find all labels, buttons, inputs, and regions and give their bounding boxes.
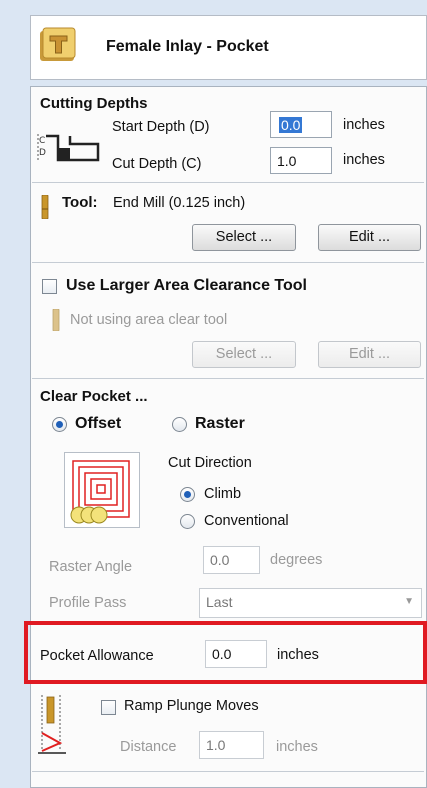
chevron-down-icon: ▼ <box>404 596 414 607</box>
tool-label: Tool: <box>62 194 98 211</box>
area-clearance-checkbox[interactable] <box>42 279 57 294</box>
profile-pass-value: Last <box>206 594 233 610</box>
start-depth-value: 0.0 <box>279 117 303 133</box>
start-depth-label: Start Depth (D) <box>112 119 210 135</box>
offset-pattern-icon <box>64 452 140 528</box>
area-clear-status: Not using area clear tool <box>70 312 228 328</box>
cutting-depths-title: Cutting Depths <box>40 95 148 112</box>
conventional-label: Conventional <box>204 513 289 529</box>
climb-label: Climb <box>204 486 242 502</box>
offset-label: Offset <box>75 415 122 432</box>
cut-direction-label: Cut Direction <box>168 455 252 471</box>
depth-diagram-icon: C D <box>36 130 102 166</box>
tool-name: End Mill (0.125 inch) <box>113 195 246 211</box>
toolpath-icon <box>39 26 77 64</box>
profile-pass-select[interactable]: Last ▼ <box>199 588 422 618</box>
cut-depth-units: inches <box>343 152 385 168</box>
area-clearance-title: Use Larger Area Clearance Tool <box>66 277 307 294</box>
cut-depth-input[interactable]: 1.0 <box>270 147 332 174</box>
raster-angle-units: degrees <box>270 552 323 568</box>
ramp-distance-units: inches <box>276 739 318 755</box>
ramp-diagram-icon <box>36 693 70 759</box>
climb-radio[interactable] <box>180 487 195 502</box>
page-title: Female Inlay - Pocket <box>106 38 269 55</box>
svg-text:D: D <box>39 148 46 158</box>
start-depth-units: inches <box>343 117 385 133</box>
start-depth-input[interactable]: 0.0 <box>270 111 332 138</box>
cut-depth-label: Cut Depth (C) <box>112 156 202 172</box>
raster-angle-input[interactable]: 0.0 <box>203 546 260 574</box>
raster-angle-label: Raster Angle <box>49 559 133 575</box>
ramp-label: Ramp Plunge Moves <box>124 698 259 714</box>
ramp-distance-label: Distance <box>120 739 177 755</box>
ramp-checkbox[interactable] <box>101 700 116 715</box>
end-mill-icon <box>41 194 49 220</box>
divider <box>32 182 424 183</box>
raster-label: Raster <box>195 415 245 432</box>
area-clear-edit-button[interactable]: Edit ... <box>318 341 421 368</box>
toolpath-header: Female Inlay - Pocket <box>30 15 427 80</box>
highlight-box <box>24 621 427 684</box>
conventional-radio[interactable] <box>180 514 195 529</box>
area-clear-select-button[interactable]: Select ... <box>192 341 296 368</box>
offset-radio[interactable] <box>52 417 67 432</box>
tool-select-button[interactable]: Select ... <box>192 224 296 251</box>
profile-pass-label: Profile Pass <box>49 595 127 611</box>
divider <box>32 262 424 263</box>
clear-pocket-title: Clear Pocket ... <box>40 388 148 405</box>
divider <box>32 378 424 379</box>
tool-edit-button[interactable]: Edit ... <box>318 224 421 251</box>
svg-text:C: C <box>39 136 45 146</box>
ramp-distance-input[interactable]: 1.0 <box>199 731 264 759</box>
area-clear-tool-icon <box>52 308 60 332</box>
raster-radio[interactable] <box>172 417 187 432</box>
divider <box>32 771 424 772</box>
